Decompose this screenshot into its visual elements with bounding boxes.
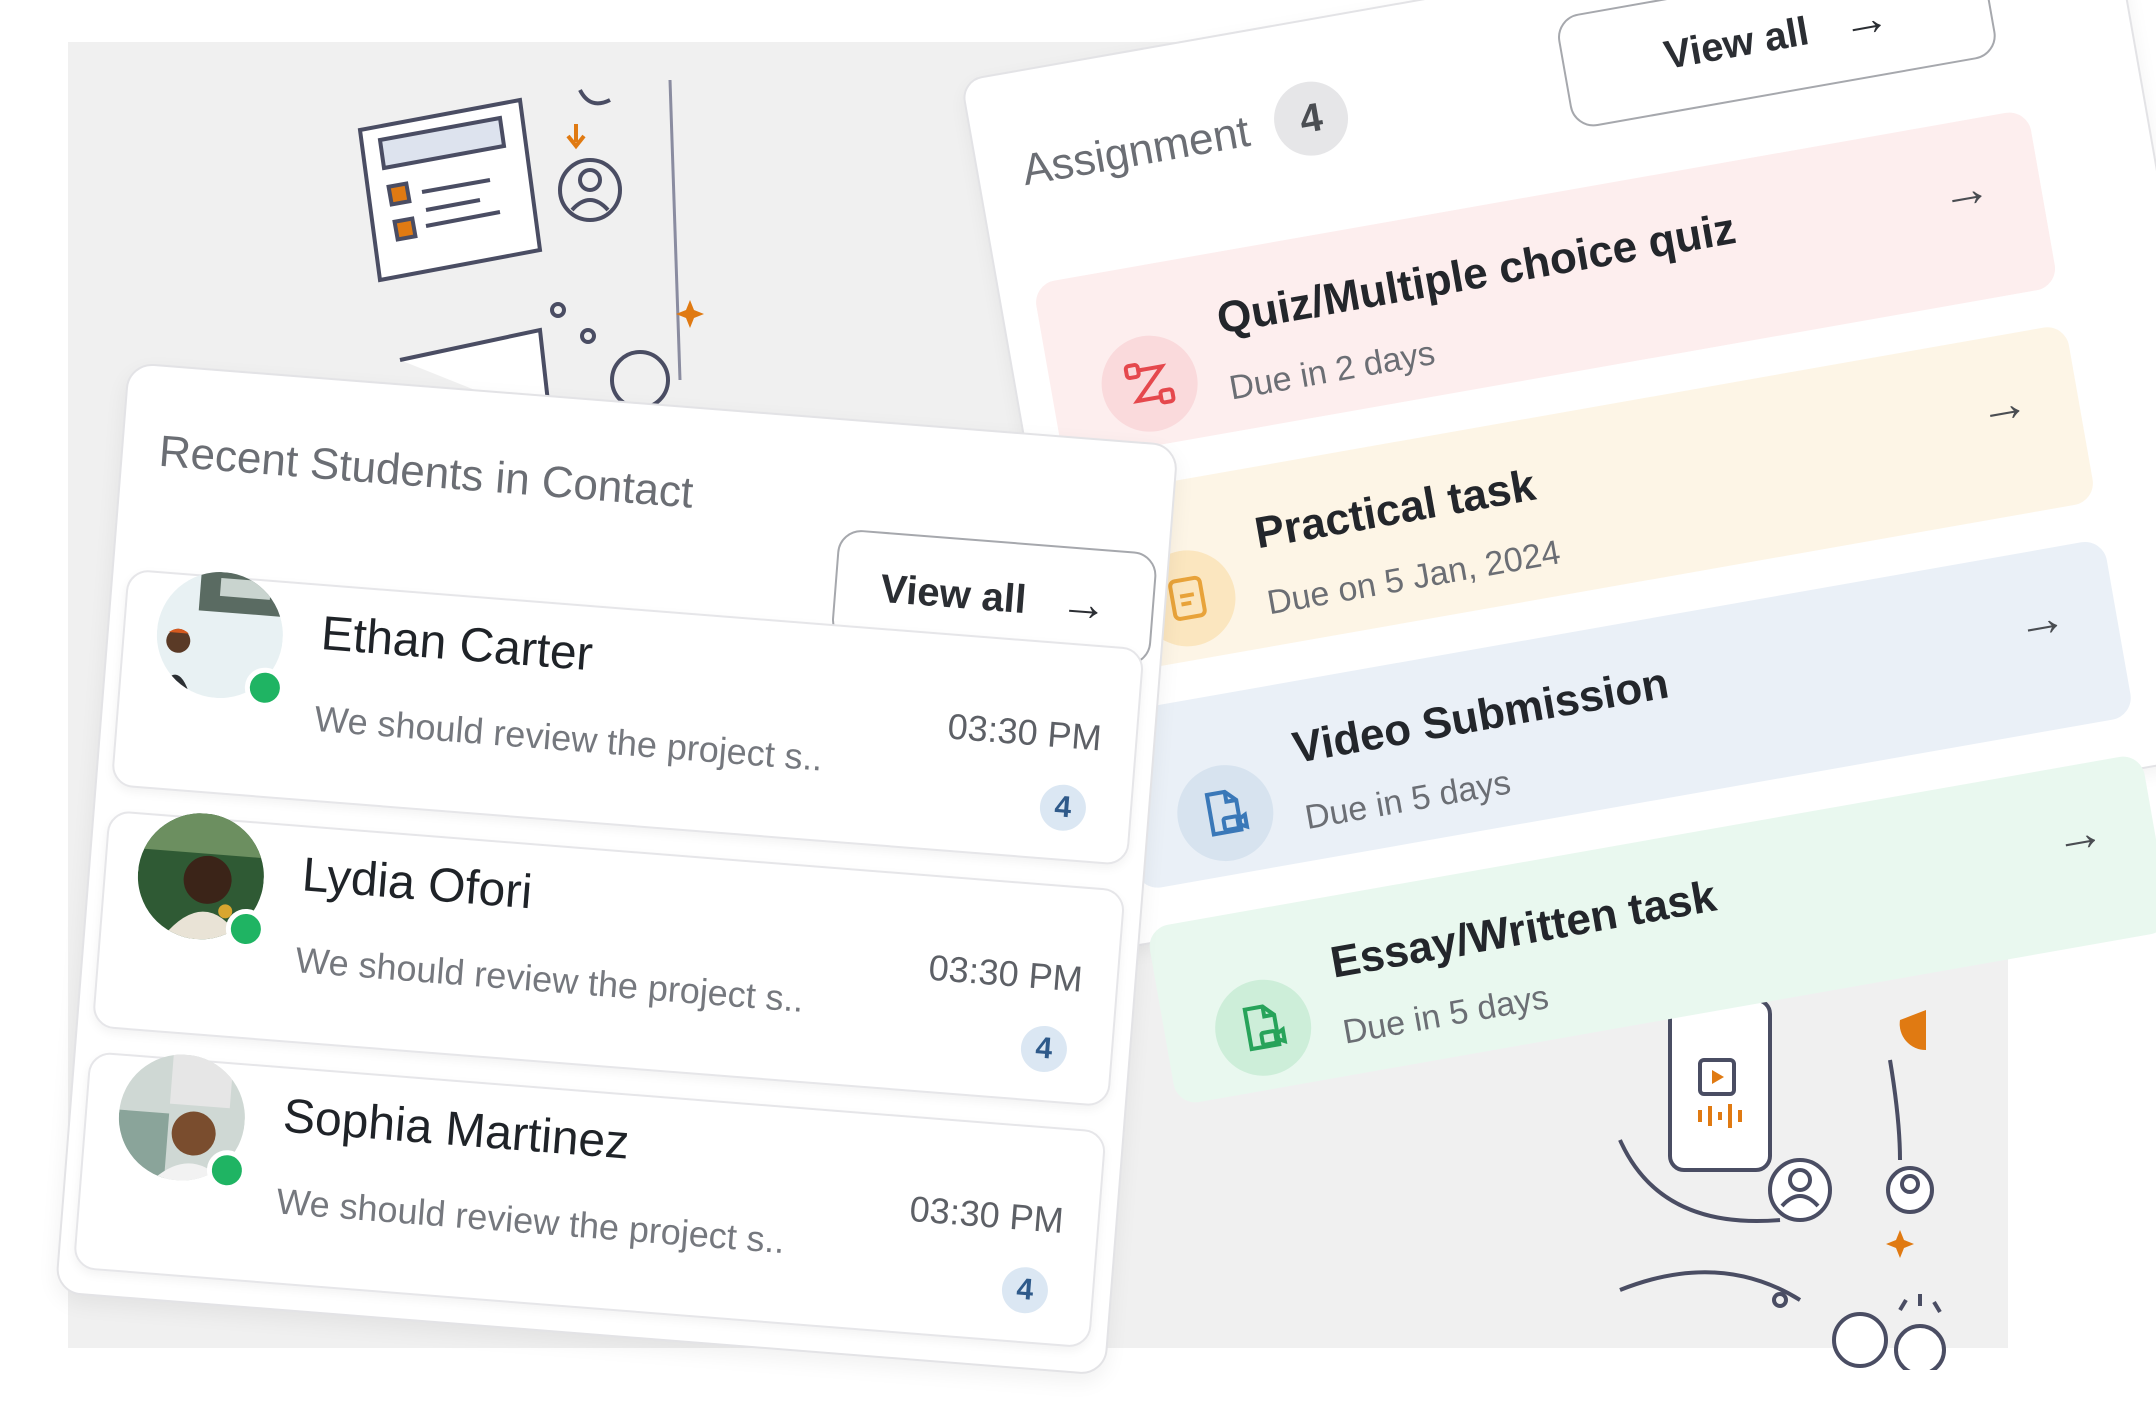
- assignment-count-badge: 4: [1268, 75, 1354, 162]
- message-time: 03:30 PM: [946, 705, 1104, 759]
- arrow-right-icon: →: [1837, 0, 1894, 51]
- message-time: 03:30 PM: [927, 946, 1085, 1000]
- unread-count-badge: 4: [1000, 1265, 1050, 1315]
- student-name: Ethan Carter: [319, 607, 595, 682]
- assignment-name: Quiz/Multiple choice quiz: [1213, 204, 1740, 344]
- online-status-dot: [243, 666, 287, 710]
- unread-count-badge: 4: [1019, 1024, 1069, 1074]
- student-message: We should review the project s..: [313, 697, 825, 779]
- unread-count-badge: 4: [1038, 782, 1088, 833]
- student-row[interactable]: Sophia Martinez We should review the pro…: [72, 1049, 1107, 1349]
- message-time: 03:30 PM: [908, 1188, 1066, 1241]
- student-message: We should review the project s..: [275, 1180, 787, 1262]
- student-message: We should review the project s..: [294, 939, 806, 1020]
- assignment-due: Due in 2 days: [1226, 334, 1438, 408]
- student-name: Lydia Ofori: [300, 848, 535, 920]
- view-all-label: View all: [878, 566, 1028, 622]
- arrow-right-icon[interactable]: →: [1974, 372, 2033, 438]
- video-file-icon: [1207, 972, 1319, 1084]
- video-file-icon: [1169, 757, 1281, 869]
- assignment-due: Due in 5 days: [1302, 763, 1514, 837]
- assignment-due: Due in 5 days: [1339, 978, 1552, 1052]
- recent-students-title: Recent Students in Contact: [157, 426, 696, 518]
- assignment-title: Assignment: [1018, 106, 1254, 196]
- assignment-name: Video Submission: [1288, 658, 1673, 773]
- arrow-right-icon[interactable]: →: [2011, 587, 2071, 653]
- view-all-label: View all: [1660, 8, 1813, 78]
- online-status-dot: [224, 907, 268, 951]
- student-name: Sophia Martinez: [281, 1089, 632, 1170]
- route-icon: [1094, 328, 1206, 440]
- online-status-dot: [205, 1148, 249, 1192]
- arrow-right-icon[interactable]: →: [2049, 801, 2108, 867]
- document-illustration: [340, 60, 760, 420]
- assignment-view-all-button[interactable]: View all →: [1554, 0, 2000, 131]
- assignment-name: Essay/Written task: [1326, 871, 1720, 988]
- arrow-right-icon[interactable]: →: [1936, 157, 1995, 223]
- arrow-right-icon: →: [1057, 575, 1110, 633]
- recent-students-card: Recent Students in Contact View all → Et…: [54, 362, 1179, 1376]
- mobile-network-illustration: [1600, 1000, 1960, 1370]
